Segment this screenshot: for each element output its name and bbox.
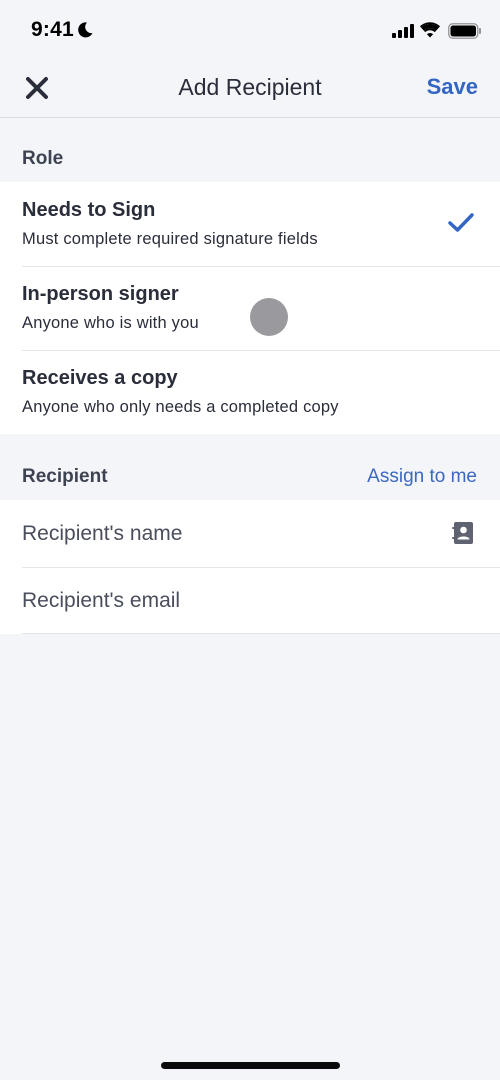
signal-icon xyxy=(392,24,414,38)
checkmark-icon xyxy=(448,213,474,232)
touch-indicator xyxy=(250,298,288,336)
role-option-description: Must complete required signature fields xyxy=(22,230,318,248)
status-bar: 9:41 xyxy=(0,0,500,60)
wifi-icon xyxy=(420,22,440,38)
divider xyxy=(22,633,500,634)
recipient-section-title: Recipient xyxy=(22,466,108,487)
recipient-section-header: Recipient Assign to me xyxy=(0,436,500,500)
role-option-description: Anyone who is with you xyxy=(22,314,199,332)
recipient-email-input[interactable] xyxy=(22,567,422,634)
assign-to-me-button[interactable]: Assign to me xyxy=(367,466,477,488)
role-option-title: In-person signer xyxy=(22,283,179,305)
role-options-list: Needs to Sign Must complete required sig… xyxy=(0,182,500,434)
save-button[interactable]: Save xyxy=(427,74,478,100)
contacts-icon[interactable] xyxy=(451,521,475,545)
role-option-receives-a-copy[interactable]: Receives a copy Anyone who only needs a … xyxy=(0,350,500,434)
role-option-title: Needs to Sign xyxy=(22,199,156,221)
moon-icon xyxy=(78,22,93,38)
role-option-needs-to-sign[interactable]: Needs to Sign Must complete required sig… xyxy=(0,182,500,266)
role-option-title: Receives a copy xyxy=(22,367,178,389)
recipient-fields xyxy=(0,500,500,634)
role-section-header: Role xyxy=(0,118,500,182)
battery-icon xyxy=(448,23,481,39)
role-section-title: Role xyxy=(22,148,64,169)
recipient-email-row xyxy=(0,567,500,634)
role-option-in-person-signer[interactable]: In-person signer Anyone who is with you xyxy=(0,266,500,350)
recipient-name-row xyxy=(0,500,500,567)
recipient-name-input[interactable] xyxy=(22,500,422,567)
page-title: Add Recipient xyxy=(178,74,322,100)
home-indicator[interactable] xyxy=(161,1062,340,1069)
status-time: 9:41 xyxy=(31,18,74,41)
role-option-description: Anyone who only needs a completed copy xyxy=(22,398,339,416)
nav-bar: Add Recipient Save xyxy=(0,60,500,118)
